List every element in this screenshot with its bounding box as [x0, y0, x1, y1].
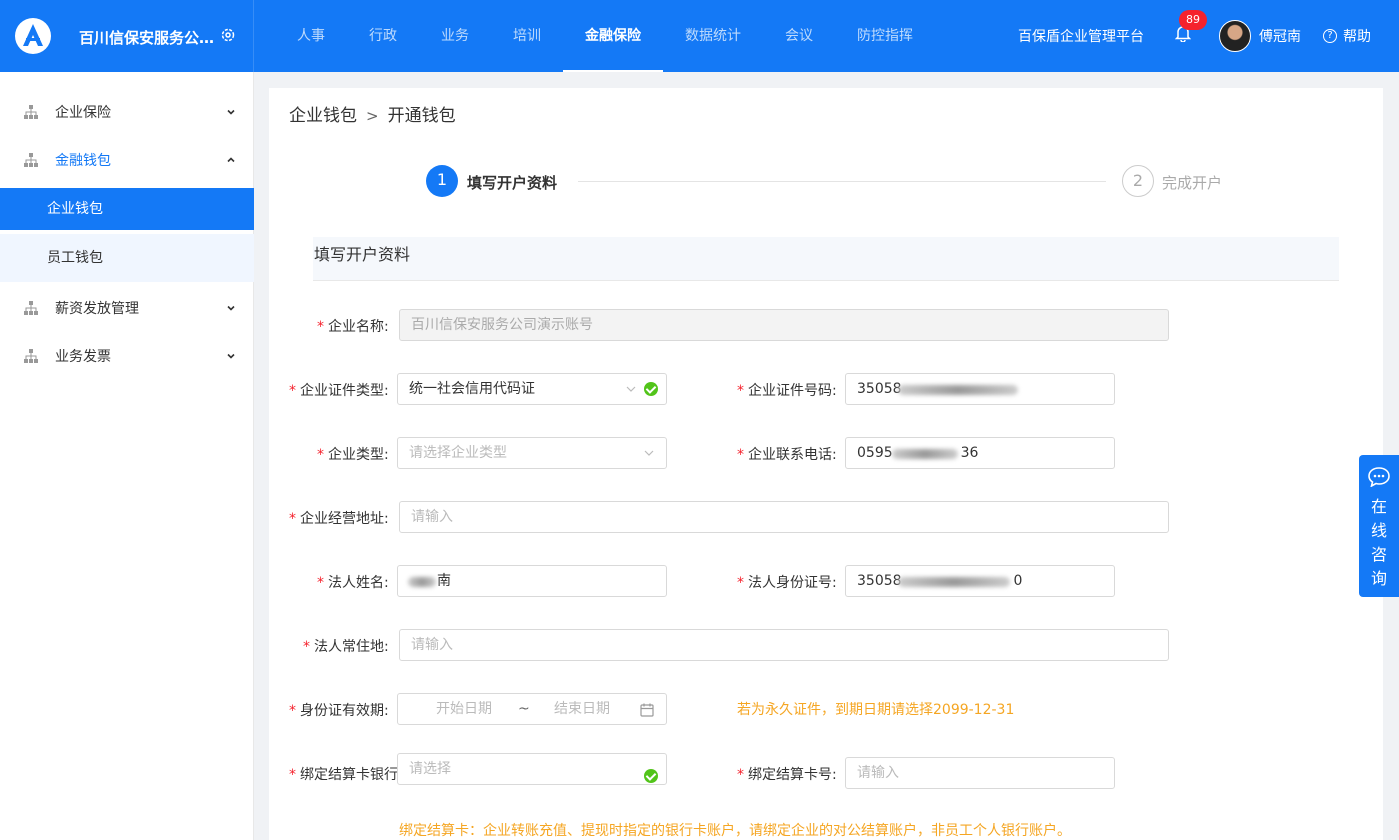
redacted-mask	[408, 577, 436, 587]
sidebar-group-payroll[interactable]: 薪资发放管理	[0, 284, 254, 332]
nav-training[interactable]: 培训	[491, 0, 563, 72]
breadcrumb: 企业钱包 > 开通钱包	[289, 101, 456, 126]
redacted-mask	[898, 577, 1010, 587]
nav-statistics[interactable]: 数据统计	[663, 0, 763, 72]
step-2-number: 2	[1122, 165, 1154, 197]
notification-badge: 89	[1179, 10, 1207, 30]
phone-input[interactable]: 0595 36	[845, 437, 1115, 469]
sidebar-item-employee-wallet[interactable]: 员工钱包	[0, 234, 254, 282]
section-title: 填写开户资料	[313, 237, 1339, 281]
question-icon: ?	[1323, 29, 1337, 43]
sidebar-group-label: 企业保险	[55, 105, 111, 121]
main-nav: 人事 行政 业务 培训 金融保险 数据统计 会议 防控指挥	[275, 0, 935, 72]
legal-id-label: * 法人身份证号:	[737, 575, 837, 591]
sidebar-group-wallet[interactable]: 金融钱包	[0, 136, 254, 184]
breadcrumb-parent[interactable]: 企业钱包	[289, 106, 357, 126]
brand: 百川信保安服务公司演示账号	[0, 0, 254, 72]
legal-name-input[interactable]: 南	[397, 565, 667, 597]
company-name-label: * 企业名称:	[317, 319, 389, 335]
residence-label: * 法人常住地:	[303, 639, 389, 655]
cert-no-input[interactable]: 35058	[845, 373, 1115, 405]
chevron-down-icon	[227, 305, 235, 311]
company-type-label: * 企业类型:	[317, 447, 389, 463]
address-input[interactable]: 请输入	[399, 501, 1169, 533]
card-no-label: * 绑定结算卡号:	[737, 767, 837, 783]
cert-no-label: * 企业证件号码:	[737, 383, 837, 399]
chat-icon	[1368, 467, 1390, 487]
avatar[interactable]	[1219, 20, 1251, 52]
nav-admin[interactable]: 行政	[347, 0, 419, 72]
sidebar: 企业保险 金融钱包 企业钱包 员工钱包 薪资发放管理 业务发票	[0, 72, 254, 840]
nav-meeting[interactable]: 会议	[763, 0, 835, 72]
sidebar-group-invoice[interactable]: 业务发票	[0, 332, 254, 380]
main-panel: 企业钱包 > 开通钱包 1 填写开户资料 2 完成开户 填写开户资料 * 企业名称: …	[269, 88, 1383, 840]
id-valid-label: * 身份证有效期:	[289, 703, 389, 719]
valid-check-icon	[644, 769, 658, 783]
company-type-select[interactable]: 请选择企业类型	[397, 437, 667, 469]
nav-command[interactable]: 防控指挥	[835, 0, 935, 72]
help-label: 帮助	[1343, 29, 1371, 45]
end-date-input[interactable]: 结束日期	[554, 694, 610, 724]
org-tree-icon	[24, 105, 38, 119]
cert-type-label: * 企业证件类型:	[289, 383, 389, 399]
nav-hr[interactable]: 人事	[275, 0, 347, 72]
chevron-up-icon	[227, 157, 235, 163]
card-hint: 绑定结算卡：企业转账充值、提现时指定的银行卡账户，请绑定企业的对公结算账户，非员…	[399, 823, 1071, 839]
sidebar-group-label: 金融钱包	[55, 153, 111, 169]
cert-type-select[interactable]: 统一社会信用代码证	[397, 373, 667, 405]
sidebar-group-label: 薪资发放管理	[55, 301, 139, 317]
gear-icon[interactable]	[220, 27, 236, 43]
redacted-mask	[892, 449, 958, 459]
card-no-input[interactable]: 请输入	[845, 757, 1115, 789]
breadcrumb-separator: >	[366, 107, 379, 125]
chevron-down-icon	[227, 109, 235, 115]
address-label: * 企业经营地址:	[289, 511, 389, 527]
org-tree-icon	[24, 349, 38, 363]
step-connector	[578, 181, 1106, 182]
app-logo	[15, 18, 51, 54]
calendar-icon	[640, 703, 654, 717]
id-valid-hint: 若为永久证件，到期日期请选择2099-12-31	[737, 702, 1015, 718]
step-1-label: 填写开户资料	[467, 174, 558, 192]
breadcrumb-current: 开通钱包	[387, 106, 456, 126]
org-tree-icon	[24, 301, 38, 315]
sidebar-item-company-wallet[interactable]: 企业钱包	[0, 188, 254, 230]
range-separator: ~	[518, 701, 530, 717]
company-name: 百川信保安服务公司演示账号	[79, 29, 221, 47]
bank-label: * 绑定结算卡银行:	[289, 767, 403, 783]
sidebar-group-label: 业务发票	[55, 349, 111, 365]
company-name-field: 百川信保安服务公司演示账号	[399, 309, 1169, 341]
id-valid-date-range[interactable]: 开始日期 ~ 结束日期	[397, 693, 667, 725]
org-tree-icon	[24, 153, 38, 167]
top-bar: 百川信保安服务公司演示账号 人事 行政 业务 培训 金融保险 数据统计 会议 防…	[0, 0, 1399, 72]
user-name[interactable]: 傅冠南	[1259, 26, 1301, 46]
phone-label: * 企业联系电话:	[737, 447, 837, 463]
sidebar-group-insurance[interactable]: 企业保险	[0, 88, 254, 136]
redacted-mask	[898, 385, 1018, 395]
platform-name: 百保盾企业管理平台	[1018, 29, 1144, 45]
chevron-down-icon	[644, 450, 654, 456]
step-2-label: 完成开户	[1162, 174, 1223, 192]
online-consult-button[interactable]: 在线咨询	[1359, 455, 1399, 597]
online-consult-label: 在线咨询	[1370, 497, 1387, 588]
bank-select[interactable]: 请选择	[397, 753, 667, 785]
nav-business[interactable]: 业务	[419, 0, 491, 72]
legal-name-label: * 法人姓名:	[317, 575, 389, 591]
legal-id-input[interactable]: 35058 0	[845, 565, 1115, 597]
valid-check-icon	[644, 382, 658, 396]
step-1-number: 1	[426, 165, 458, 197]
start-date-input[interactable]: 开始日期	[436, 694, 492, 724]
help-button[interactable]: ? 帮助	[1323, 26, 1371, 46]
residence-input[interactable]: 请输入	[399, 629, 1169, 661]
nav-finance[interactable]: 金融保险	[563, 0, 663, 72]
chevron-down-icon	[227, 353, 235, 359]
chevron-down-icon	[626, 386, 636, 392]
